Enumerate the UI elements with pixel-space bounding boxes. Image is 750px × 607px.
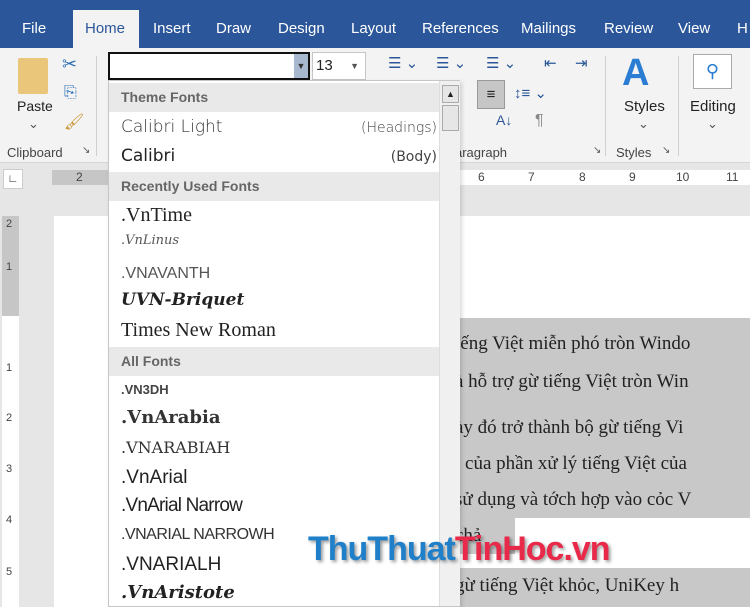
- paste-button[interactable]: Paste: [17, 98, 53, 114]
- styles-launcher-icon[interactable]: ↘: [662, 145, 670, 156]
- ruler-tick: 6: [478, 170, 485, 184]
- font-item[interactable]: Times New Roman: [121, 319, 437, 342]
- font-item-calibri[interactable]: Calibri (Body): [121, 146, 437, 166]
- numbering-icon[interactable]: ☰ ⌄: [436, 54, 466, 72]
- font-item[interactable]: .VN3DH: [121, 382, 437, 397]
- increase-indent-icon[interactable]: ⇥: [575, 54, 588, 72]
- font-dropdown-arrow-icon[interactable]: ▼: [294, 54, 308, 78]
- font-item[interactable]: .VnTime: [121, 204, 437, 227]
- ruler-tick: 1: [6, 362, 13, 374]
- document-line[interactable]: ày đó trở thành bộ gừ tiếng Vi: [455, 410, 750, 446]
- ruler-tick: 11: [726, 170, 739, 184]
- font-name-input[interactable]: ▼: [108, 52, 310, 80]
- cut-icon[interactable]: ✂: [62, 54, 77, 75]
- font-dropdown-list: Theme Fonts Calibri Light (Headings) Cali…: [108, 80, 460, 607]
- styles-button[interactable]: Styles: [624, 98, 665, 115]
- tab-review[interactable]: Review: [592, 10, 665, 48]
- styles-chevron-icon[interactable]: ⌄: [638, 116, 649, 132]
- document-line[interactable]: gừ tiếng Việt khỏc, UniKey h: [455, 568, 750, 607]
- tab-layout[interactable]: Layout: [339, 10, 408, 48]
- theme-fonts-header: Theme Fonts: [109, 83, 439, 112]
- scroll-thumb[interactable]: [442, 105, 459, 131]
- font-item[interactable]: .VnArial Narrow: [121, 495, 437, 517]
- tab-insert[interactable]: Insert: [141, 10, 203, 48]
- bullets-icon[interactable]: ☰ ⌄: [388, 54, 418, 72]
- editing-button[interactable]: Editing: [690, 98, 736, 115]
- document-line[interactable]: à hỗ trợ gừ tiếng Việt tròn Win: [455, 364, 750, 410]
- editing-chevron-icon[interactable]: ⌄: [707, 116, 718, 132]
- ruler-tick: 4: [6, 514, 13, 526]
- document-line[interactable]: iếng Việt miễn phó tròn Windo: [455, 318, 750, 364]
- clipboard-launcher-icon[interactable]: ↘: [82, 145, 90, 156]
- font-item[interactable]: .VnAristote: [121, 582, 437, 603]
- font-item[interactable]: .VNARABIAH: [121, 438, 437, 457]
- line-spacing-icon[interactable]: ↕≡ ⌄: [514, 84, 547, 102]
- format-painter-icon[interactable]: 🖌: [64, 112, 84, 132]
- paste-icon[interactable]: [18, 58, 48, 94]
- ruler-tick: 2: [76, 170, 83, 184]
- tab-home[interactable]: Home: [73, 10, 139, 48]
- watermark-logo: ThuThuatTinHoc.vn: [308, 530, 611, 568]
- ruler-tick: 3: [6, 463, 13, 475]
- font-size-input[interactable]: 13 ▼: [312, 52, 366, 80]
- paragraph-group-label: aragraph: [455, 145, 508, 160]
- vertical-ruler[interactable]: 2 1 1 2 3 4 5: [2, 216, 19, 607]
- ruler-tick: 5: [6, 566, 13, 578]
- tab-draw[interactable]: Draw: [204, 10, 263, 48]
- dropdown-scrollbar[interactable]: ▲: [439, 81, 460, 606]
- paragraph-launcher-icon[interactable]: ↘: [593, 145, 601, 156]
- paste-chevron-icon[interactable]: ⌄: [28, 116, 39, 132]
- tab-view[interactable]: View: [666, 10, 722, 48]
- ruler-tick: 10: [676, 170, 690, 184]
- font-item[interactable]: .VnArabia: [121, 407, 437, 428]
- tab-help[interactable]: H: [725, 10, 750, 48]
- font-item[interactable]: .VnArial: [121, 467, 437, 489]
- scroll-up-arrow-icon[interactable]: ▲: [442, 85, 459, 103]
- font-item[interactable]: UVN-Briquet: [121, 290, 437, 310]
- ruler-tick: 7: [528, 170, 535, 184]
- font-size-value: 13: [316, 57, 333, 74]
- tab-file[interactable]: File: [10, 10, 58, 48]
- styles-group-label: Styles: [616, 145, 652, 160]
- ruler-tick: 9: [629, 170, 636, 184]
- ruler-tick: 2: [6, 218, 13, 230]
- recent-fonts-header: Recently Used Fonts: [109, 172, 439, 201]
- tab-stop-selector[interactable]: ∟: [3, 169, 23, 189]
- decrease-indent-icon[interactable]: ⇤: [544, 54, 557, 72]
- sort-icon[interactable]: A↓: [496, 112, 512, 128]
- tab-references[interactable]: References: [410, 10, 511, 48]
- clipboard-group-label: Clipboard: [7, 145, 63, 160]
- ruler-tick: 2: [6, 412, 13, 424]
- tab-bar: File Home Insert Draw Design Layout Refe…: [0, 0, 750, 48]
- document-line[interactable]: ı của phần xử lý tiếng Việt của: [455, 446, 750, 482]
- font-item[interactable]: .VnLinus: [121, 233, 437, 248]
- copy-icon[interactable]: ⎘: [64, 84, 77, 102]
- multilevel-list-icon[interactable]: ☰ ⌄: [486, 54, 516, 72]
- font-size-chevron-icon[interactable]: ▼: [350, 53, 359, 79]
- show-formatting-icon[interactable]: ¶: [535, 112, 544, 130]
- document-line[interactable]: sử dụng và tớch hợp vào cỏc V: [455, 482, 750, 518]
- search-icon[interactable]: ⚲: [693, 54, 732, 89]
- all-fonts-header: All Fonts: [109, 347, 439, 376]
- tab-mailings[interactable]: Mailings: [509, 10, 588, 48]
- font-item-calibri-light[interactable]: Calibri Light (Headings): [121, 117, 437, 137]
- justify-button[interactable]: ≡: [477, 80, 505, 109]
- ruler-tick: 8: [579, 170, 586, 184]
- styles-icon[interactable]: A: [622, 52, 649, 95]
- ruler-tick: 1: [6, 261, 13, 273]
- tab-design[interactable]: Design: [266, 10, 337, 48]
- font-item[interactable]: .VNAVANTH: [121, 265, 437, 283]
